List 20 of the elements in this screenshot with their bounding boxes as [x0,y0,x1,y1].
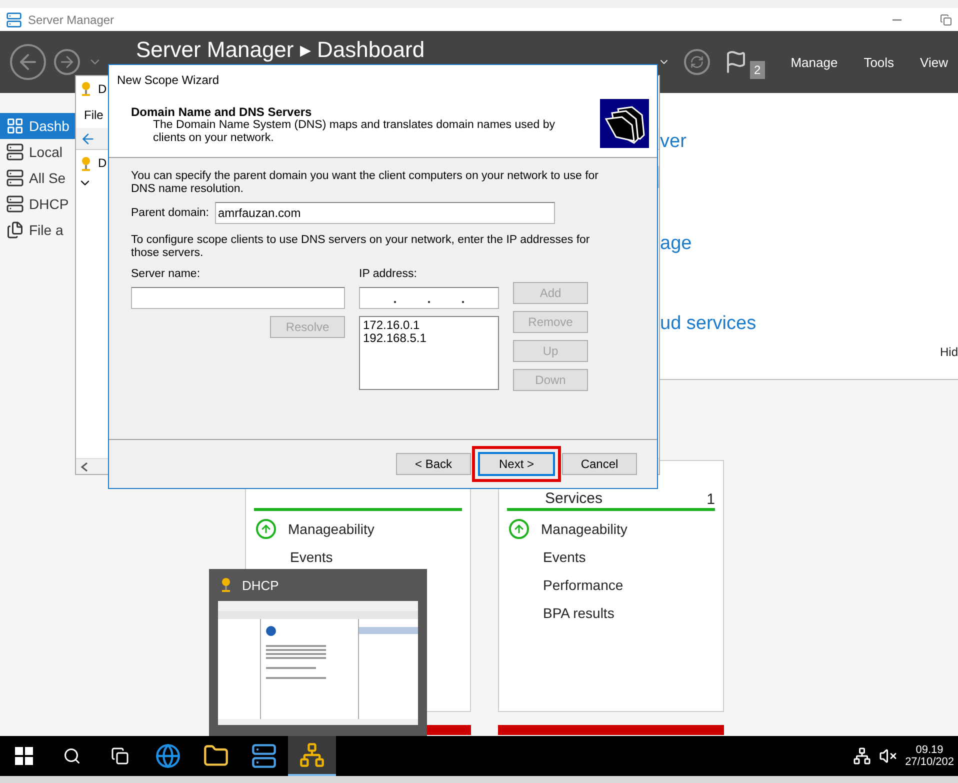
sidebar-label: Dashb [29,118,70,134]
instructions-text: You can specify the parent domain you want the client computers on your network to use for DNS name resolution. [131,170,600,196]
window-title: Server Manager [28,12,116,26]
preview-title: DHCP [242,578,279,592]
field-label: Parent domain: [131,207,209,219]
tile-title: Services [545,490,603,507]
sidebar-label: All Se [29,170,66,186]
sidebar-label: DHCP [29,196,69,212]
page-subtitle: The Domain Name System (DNS) maps and translates domain names used by clients on your network. [153,119,556,145]
field-label: Server name: [131,268,200,280]
notification-badge: 2 [750,61,765,79]
tile-count: 1 [706,491,715,508]
console-title: D [98,82,107,96]
instructions-text: To configure scope clients to use DNS servers on your network, enter the IP addresses for those servers. [131,234,591,260]
sidebar-label: Local [29,144,62,160]
breadcrumb: Server Manager ▸ Dashboard [136,37,425,63]
field-label: IP address: [359,268,418,280]
page-heading: Domain Name and DNS Servers [131,105,313,119]
dialog-title: New Scope Wizard [117,72,220,86]
sidebar-label: File a [29,222,64,238]
